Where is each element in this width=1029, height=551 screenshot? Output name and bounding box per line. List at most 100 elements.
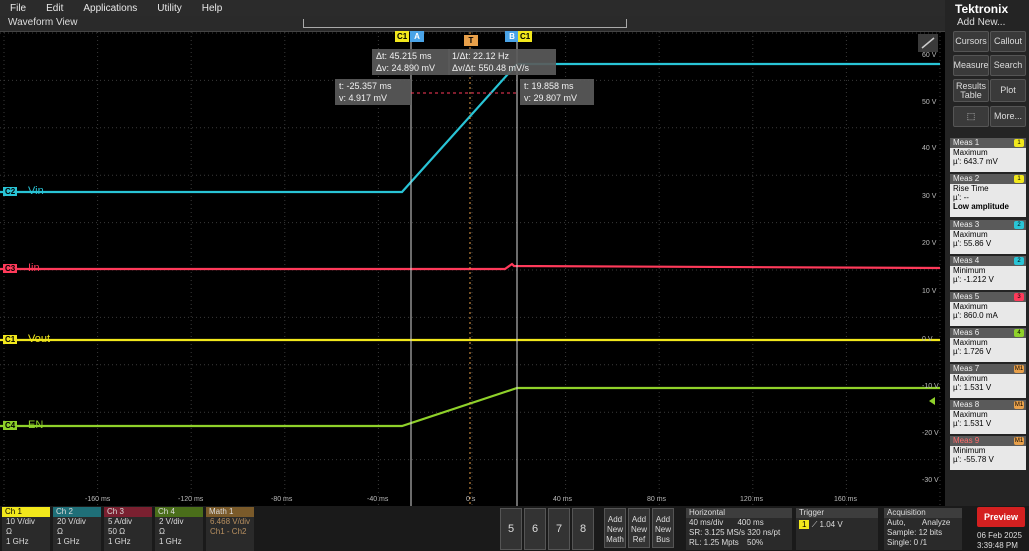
channel-name-iin: Iin (28, 262, 40, 274)
channel-7-button[interactable]: 7 (548, 508, 570, 550)
math-1-badge[interactable]: Math 1 6.468 V/div Ch1 - Ch2 (206, 507, 254, 551)
meas-title: Meas 3 (953, 220, 980, 229)
inverse-delta-t: 1/Δt: 22.12 Hz (452, 51, 510, 61)
waveform-view-header: Waveform View (0, 16, 945, 32)
add-label: Add (631, 515, 647, 524)
meas-badge-9[interactable]: Meas 9 M1 Minimum µ': -55.78 V (950, 436, 1026, 470)
marker-cursor-b[interactable]: B (505, 31, 519, 42)
trigger-marker[interactable]: T (464, 35, 478, 46)
meas-title: Meas 4 (953, 256, 980, 265)
v-tick: 60 V (922, 52, 937, 59)
channel-5-button[interactable]: 5 (500, 508, 522, 550)
record-overview-bar[interactable] (303, 19, 627, 28)
callout-button[interactable]: Callout (990, 31, 1026, 52)
menu-utility[interactable]: Utility (147, 3, 191, 14)
channel-1-badge[interactable]: Ch 1 10 V/div Ω 1 GHz (2, 507, 50, 551)
meas-badge-1[interactable]: Meas 1 1 Maximum µ': 643.7 mV (950, 138, 1026, 172)
channel-tag-c2[interactable]: C2 (3, 187, 18, 196)
v-tick: 50 V (922, 99, 937, 106)
channel-3-header: Ch 3 (104, 507, 152, 517)
meas-type: Maximum (953, 148, 988, 157)
channel-4-scale: 2 V/div (159, 517, 184, 526)
meas-badge-3[interactable]: Meas 3 2 Maximum µ': 55.86 V (950, 220, 1026, 254)
time-per-point: 320 ns/pt (747, 528, 781, 537)
t-tick: 0 s (466, 496, 476, 503)
meas-badge-8[interactable]: Meas 8 M1 Maximum µ': 1.531 V (950, 400, 1026, 434)
add-label: Add (655, 515, 671, 524)
horizontal-header: Horizontal (686, 508, 792, 518)
channel-1-bandwidth: 1 GHz (6, 537, 29, 546)
v-tick: -10 V (922, 383, 939, 390)
meas-value: µ': 1.531 V (953, 383, 992, 392)
horizontal-position: 50% (747, 538, 764, 547)
channel-2-badge[interactable]: Ch 2 20 V/div Ω 1 GHz (53, 507, 101, 551)
preview-button[interactable]: Preview (977, 507, 1025, 527)
channel-2-termination: Ω (57, 527, 63, 536)
v-tick: 40 V (922, 145, 937, 152)
single-count: Single: 0 /1 (887, 538, 928, 547)
meas-value: µ': -55.78 V (953, 455, 994, 464)
math-label: Math (606, 535, 624, 544)
channel-tag-c4[interactable]: C4 (3, 421, 18, 430)
meas-title: Meas 8 (953, 400, 980, 409)
marker-c1-a: C1 (395, 31, 410, 42)
menu-help[interactable]: Help (192, 3, 233, 14)
channel-3-badge[interactable]: Ch 3 5 A/div 50 Ω 1 GHz (104, 507, 152, 551)
meas-type: Minimum (953, 446, 986, 455)
acquisition-header: Acquisition (884, 508, 962, 518)
search-button[interactable]: Search (990, 55, 1026, 76)
channel-8-button[interactable]: 8 (572, 508, 594, 550)
t-tick: -40 ms (367, 496, 389, 503)
meas-value: µ': 643.7 mV (953, 157, 998, 166)
add-new-ref-button[interactable]: Add New Ref (628, 508, 650, 548)
channel-tag-c3[interactable]: C3 (3, 264, 18, 273)
meas-badge-2[interactable]: Meas 2 1 Rise Time µ': -- Low amplitude (950, 174, 1026, 217)
horizontal-badge[interactable]: Horizontal 40 ms/div 400 ms SR: 3.125 MS… (686, 508, 792, 550)
meas-badge-7[interactable]: Meas 7 M1 Maximum µ': 1.531 V (950, 364, 1026, 398)
meas-badge-6[interactable]: Meas 6 4 Maximum µ': 1.726 V (950, 328, 1026, 362)
meas-header: Meas 8 M1 (950, 400, 1026, 410)
trigger-source: 1 (799, 520, 810, 529)
cursors-button[interactable]: Cursors (953, 31, 989, 52)
menu-edit[interactable]: Edit (36, 3, 73, 14)
measure-area-button[interactable]: ⬚ (953, 106, 989, 127)
meas-source-tag: 3 (1014, 293, 1024, 301)
meas-header: Meas 2 1 (950, 174, 1026, 184)
meas-source-tag: 2 (1014, 221, 1024, 229)
channel-4-bandwidth: 1 GHz (159, 537, 182, 546)
menu-applications[interactable]: Applications (73, 3, 147, 14)
channel-4-badge[interactable]: Ch 4 2 V/div Ω 1 GHz (155, 507, 203, 551)
channel-6-button[interactable]: 6 (524, 508, 546, 550)
t-tick: 40 ms (553, 496, 573, 503)
t-tick: -120 ms (178, 496, 204, 503)
cursor-b-value: v: 29.807 mV (524, 93, 578, 103)
add-new-bus-button[interactable]: Add New Bus (652, 508, 674, 548)
waveform-plot[interactable] (0, 32, 945, 506)
trigger-badge[interactable]: Trigger 1 ⟋ 1.04 V (796, 508, 878, 550)
meas-badge-4[interactable]: Meas 4 2 Minimum µ': -1.212 V (950, 256, 1026, 290)
measure-button[interactable]: Measure (953, 55, 989, 76)
meas-value: µ': -- (953, 193, 969, 202)
plot-button[interactable]: Plot (990, 79, 1026, 102)
channel-tag-c1[interactable]: C1 (3, 335, 18, 344)
meas-badge-5[interactable]: Meas 5 3 Maximum µ': 860.0 mA (950, 292, 1026, 326)
waveform-svg (0, 32, 941, 506)
menu-bar: File Edit Applications Utility Help (0, 0, 945, 16)
meas-source-tag: 4 (1014, 329, 1024, 337)
results-table-button[interactable]: Results Table (953, 79, 989, 102)
frequency-readout: 1/Δt: 22.12 Hz Δv/Δt: 550.48 mV/s (448, 49, 556, 75)
meas-source-tag: M1 (1014, 437, 1024, 445)
menu-file[interactable]: File (0, 3, 36, 14)
meas-title: Meas 9 (953, 436, 980, 445)
meas-title: Meas 5 (953, 292, 980, 301)
cursor-b-readout: t: 19.858 ms v: 29.807 mV (520, 79, 594, 105)
acquisition-mode: Auto, (887, 518, 906, 527)
acquisition-badge[interactable]: Acquisition Auto, Analyze Sample: 12 bit… (884, 508, 962, 550)
add-new-math-button[interactable]: Add New Math (604, 508, 626, 548)
add-new-label: Add New... (957, 17, 1006, 28)
cursor-a-time: t: -25.357 ms (339, 81, 392, 91)
more-button[interactable]: More... (990, 106, 1026, 127)
math-1-header: Math 1 (206, 507, 254, 517)
marker-cursor-a[interactable]: A (410, 31, 424, 42)
t-tick: -160 ms (85, 496, 111, 503)
